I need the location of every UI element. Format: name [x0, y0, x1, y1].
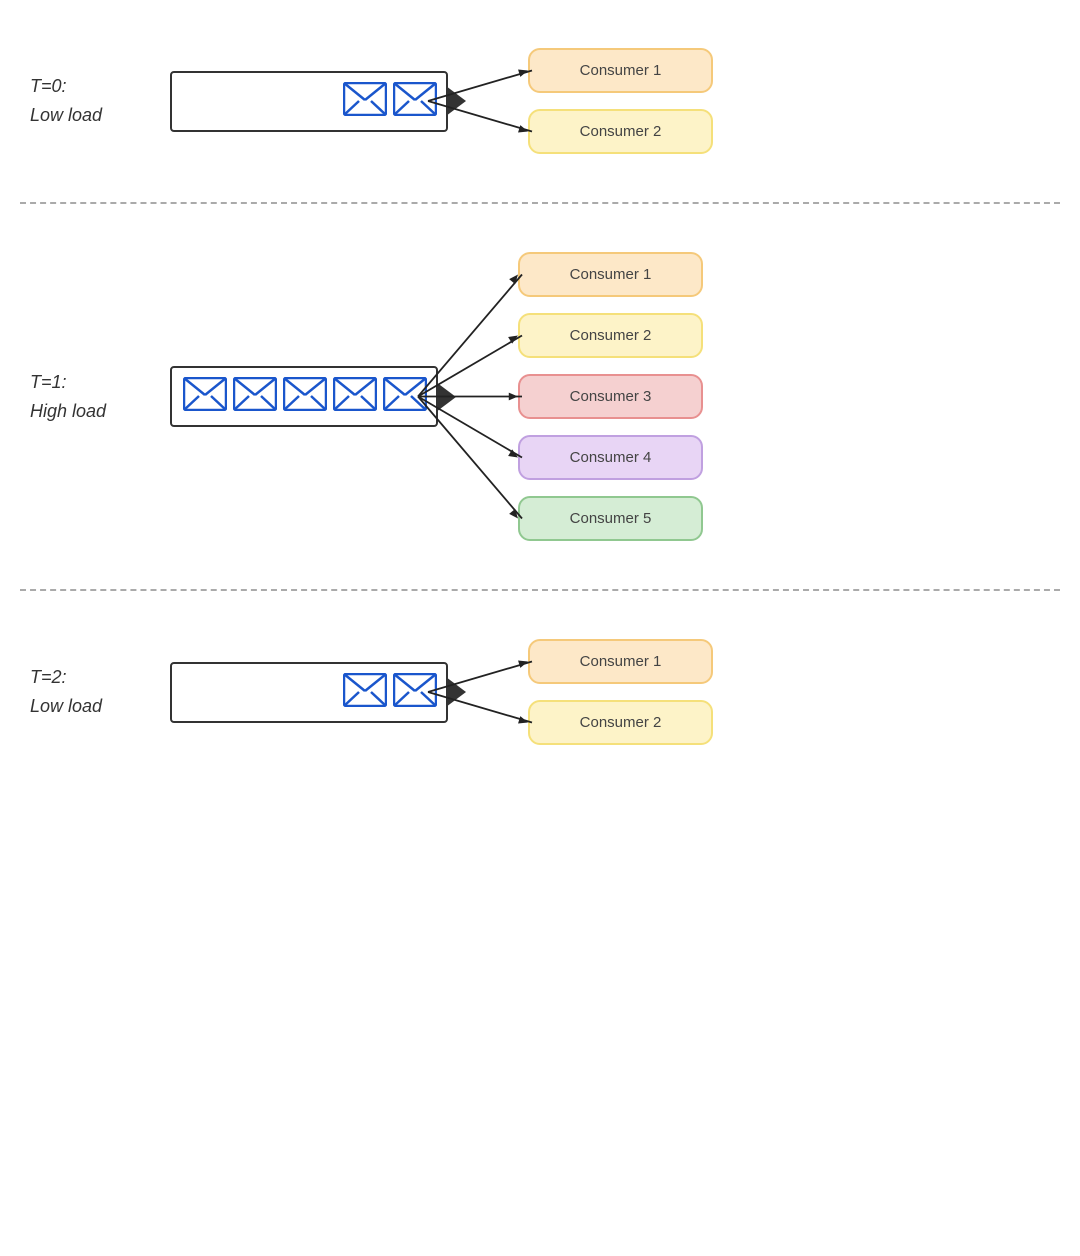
label-line2: Low load [30, 105, 102, 125]
envelope-icon [390, 670, 440, 715]
envelope-icon [180, 374, 230, 419]
consumer-label: Consumer 2 [570, 327, 652, 344]
section-t0: T=0: Low load Consumer 1 Consumer 2 [0, 0, 1080, 202]
section-label-t0: T=0: Low load [0, 72, 170, 130]
label-line1: T=2: [30, 667, 67, 687]
envelope-icon [330, 374, 380, 419]
section-label-t2: T=2: Low load [0, 663, 170, 721]
consumer-box: Consumer 2 [528, 109, 713, 154]
envelope-icon [280, 374, 330, 419]
consumer-box: Consumer 2 [518, 313, 703, 358]
envelope-icon [340, 79, 390, 124]
consumer-label: Consumer 2 [580, 123, 662, 140]
consumers-t1: Consumer 1 Consumer 2 Consumer 3 Consumer 4… [518, 244, 703, 549]
queue-box [170, 366, 438, 427]
consumer-box: Consumer 1 [528, 48, 713, 93]
section-label-t1: T=1: High load [0, 368, 170, 426]
queue-arrow [436, 382, 456, 412]
queue-t1 [170, 366, 438, 427]
queue-box [170, 71, 448, 132]
queue-arrow [446, 677, 466, 707]
envelope-icon [340, 670, 390, 715]
consumers-t2: Consumer 1 Consumer 2 [528, 631, 713, 753]
label-line1: T=1: [30, 372, 67, 392]
envelope-icon [380, 374, 430, 419]
consumer-label: Consumer 1 [580, 653, 662, 670]
consumer-box: Consumer 4 [518, 435, 703, 480]
envelope-icon [390, 79, 440, 124]
consumer-box: Consumer 1 [518, 252, 703, 297]
consumer-label: Consumer 4 [570, 449, 652, 466]
consumer-label: Consumer 1 [580, 62, 662, 79]
consumers-t0: Consumer 1 Consumer 2 [528, 40, 713, 162]
consumer-box: Consumer 2 [528, 700, 713, 745]
queue-t2 [170, 662, 448, 723]
label-line2: High load [30, 401, 106, 421]
consumer-label: Consumer 2 [580, 714, 662, 731]
envelope-icon [230, 374, 280, 419]
section-t2: T=2: Low load Consumer 1 Consumer 2 [0, 591, 1080, 793]
queue-t0 [170, 71, 448, 132]
label-line1: T=0: [30, 76, 67, 96]
consumer-label: Consumer 1 [570, 266, 652, 283]
consumer-box: Consumer 1 [528, 639, 713, 684]
label-line2: Low load [30, 696, 102, 716]
consumer-label: Consumer 5 [570, 510, 652, 527]
consumer-box: Consumer 3 [518, 374, 703, 419]
section-t1: T=1:High load Consumer 1Consumer 2Consum… [0, 204, 1080, 589]
queue-box [170, 662, 448, 723]
consumer-box: Consumer 5 [518, 496, 703, 541]
consumer-label: Consumer 3 [570, 388, 652, 405]
queue-arrow [446, 86, 466, 116]
